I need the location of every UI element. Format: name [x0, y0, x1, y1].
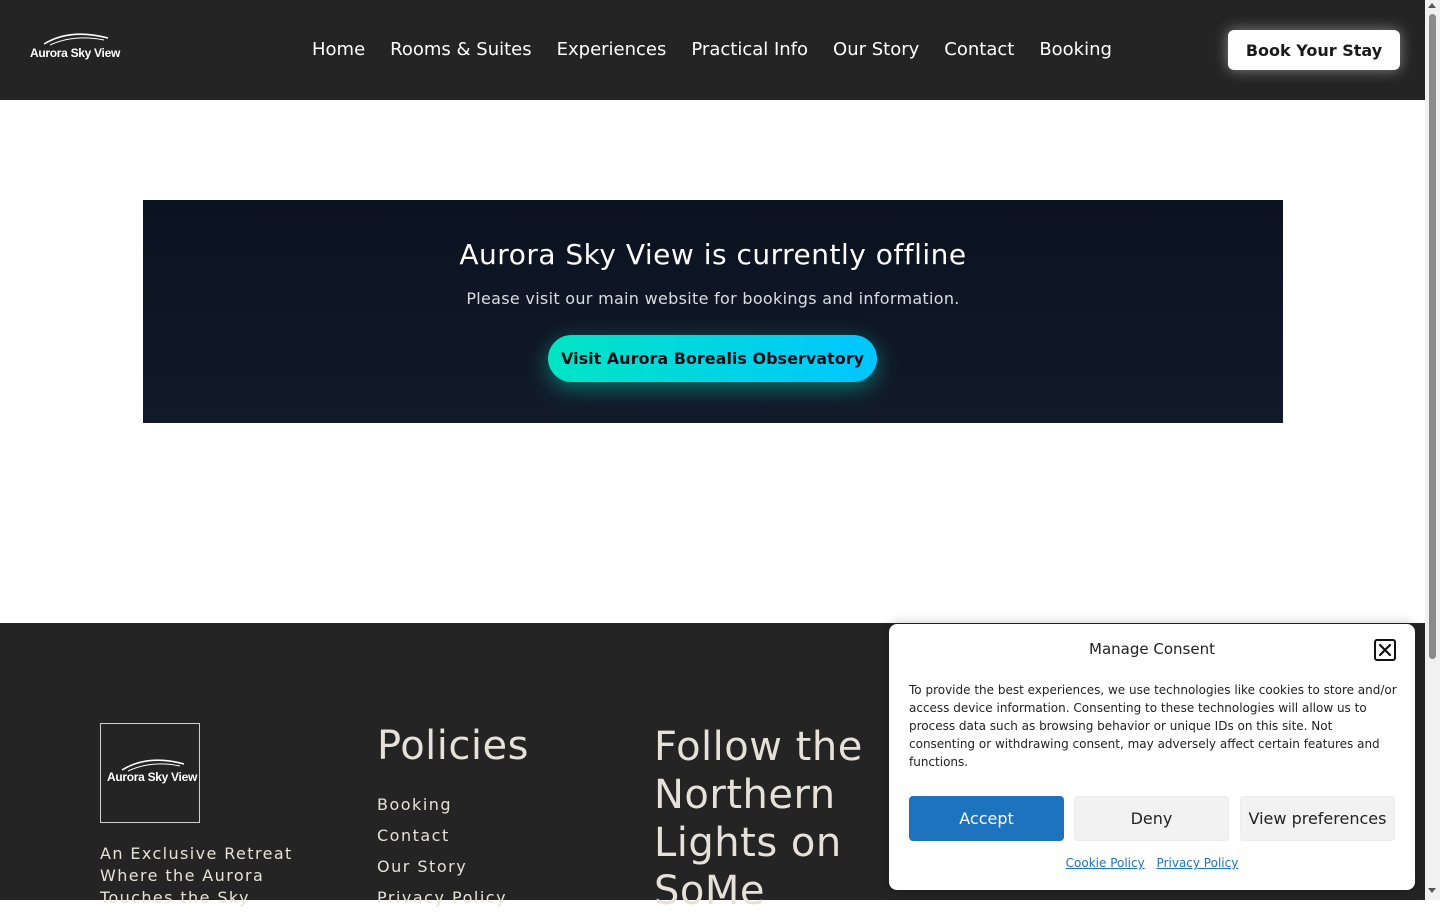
policy-links: Booking Contact Our Story Privacy Policy: [377, 789, 507, 913]
nav-experiences[interactable]: Experiences: [557, 38, 667, 62]
consent-links: Cookie Policy Privacy Policy: [889, 856, 1415, 870]
footer-logo-text: Aurora Sky View: [107, 770, 197, 784]
cookie-policy-link[interactable]: Cookie Policy: [1066, 856, 1145, 870]
site-header: Aurora Sky View Home Rooms & Suites Expe…: [0, 0, 1425, 100]
nav-practical-info[interactable]: Practical Info: [691, 38, 808, 62]
page-scrollbar[interactable]: [1425, 0, 1440, 900]
book-your-stay-button[interactable]: Book Your Stay: [1228, 30, 1400, 70]
privacy-policy-link[interactable]: Privacy Policy: [1157, 856, 1239, 870]
offline-message: Please visit our main website for bookin…: [466, 289, 960, 308]
consent-body: To provide the best experiences, we use …: [909, 683, 1397, 769]
footer-link-contact[interactable]: Contact: [377, 820, 507, 851]
site-logo[interactable]: Aurora Sky View: [30, 30, 122, 66]
cookie-consent-dialog: Manage Consent To provide the best exper…: [889, 624, 1415, 890]
nav-booking[interactable]: Booking: [1039, 38, 1112, 62]
scroll-thumb[interactable]: [1429, 14, 1436, 659]
scroll-down-arrow-icon[interactable]: [1428, 888, 1436, 893]
nav-contact[interactable]: Contact: [944, 38, 1014, 62]
accept-button[interactable]: Accept: [909, 796, 1064, 841]
logo-text: Aurora Sky View: [30, 46, 120, 60]
nav-home[interactable]: Home: [312, 38, 365, 62]
nav-rooms-suites[interactable]: Rooms & Suites: [390, 38, 531, 62]
footer-logo[interactable]: Aurora Sky View: [100, 723, 200, 823]
close-icon[interactable]: [1374, 639, 1396, 661]
offline-notice: Aurora Sky View is currently offline Ple…: [143, 200, 1283, 423]
policies-heading: Policies: [377, 723, 529, 769]
footer-link-booking[interactable]: Booking: [377, 789, 507, 820]
offline-title: Aurora Sky View is currently offline: [459, 238, 967, 271]
nav-our-story[interactable]: Our Story: [833, 38, 919, 62]
footer-link-our-story[interactable]: Our Story: [377, 851, 507, 882]
consent-title: Manage Consent: [1089, 640, 1215, 658]
follow-heading: Follow the Northern Lights on SoMe: [654, 724, 863, 914]
visit-observatory-button[interactable]: Visit Aurora Borealis Observatory: [548, 335, 877, 382]
footer-tagline: An Exclusive Retreat Where the Aurora To…: [100, 844, 293, 907]
main-nav: Home Rooms & Suites Experiences Practica…: [312, 38, 1137, 62]
scroll-up-arrow-icon[interactable]: [1428, 3, 1436, 8]
footer-link-privacy-policy[interactable]: Privacy Policy: [377, 882, 507, 913]
deny-button[interactable]: Deny: [1074, 796, 1229, 841]
view-preferences-button[interactable]: View preferences: [1240, 796, 1395, 841]
